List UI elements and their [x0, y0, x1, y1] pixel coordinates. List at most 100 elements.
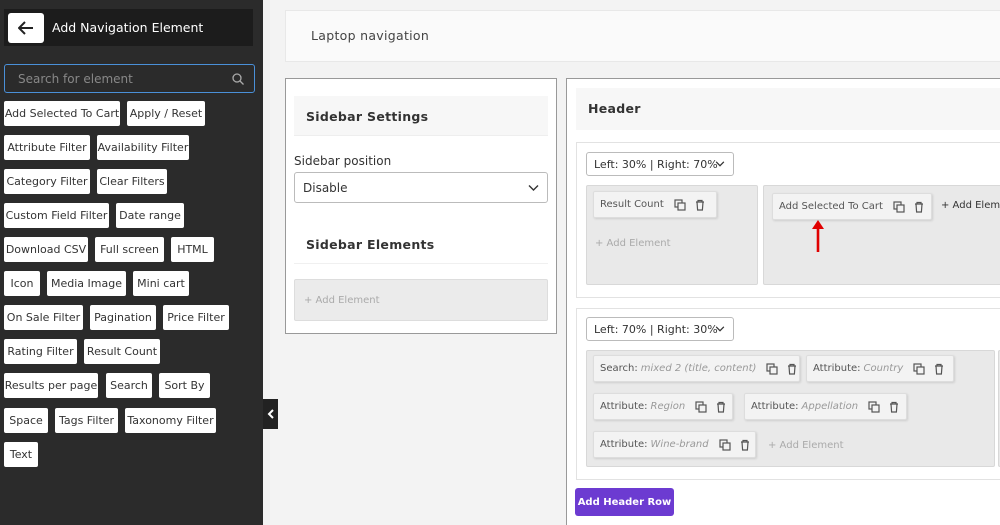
row1-left-column: Result Count + Add Element	[586, 185, 758, 285]
sidebar-settings-panel: Sidebar Settings Sidebar position Disabl…	[285, 78, 557, 334]
header-panel: Header Left: 30% | Right: 70% Result Cou…	[566, 78, 1000, 525]
element-attribute-country[interactable]: Attribute: Country	[806, 355, 954, 382]
item-value: Country	[863, 363, 904, 374]
trash-icon[interactable]	[933, 363, 945, 375]
chevron-down-icon	[528, 184, 539, 191]
duplicate-icon[interactable]	[674, 198, 686, 211]
chip-availability-filter[interactable]: Availability Filter	[97, 135, 189, 160]
element-add-selected-to-cart[interactable]: Add Selected To Cart	[772, 193, 932, 220]
row2-add-element-link[interactable]: + Add Element	[768, 440, 844, 451]
chip-icon[interactable]: Icon	[4, 271, 40, 296]
header-row-1: Left: 30% | Right: 70% Result Count + Ad…	[576, 142, 1000, 298]
chip-add-selected-to-cart[interactable]: Add Selected To Cart	[4, 101, 120, 126]
chip-search[interactable]: Search	[106, 373, 152, 398]
chip-taxonomy-filter[interactable]: Taxonomy Filter	[125, 408, 216, 433]
chip-custom-field-filter[interactable]: Custom Field Filter	[4, 203, 109, 228]
chip-results-per-page[interactable]: Results per page	[4, 373, 98, 398]
chevron-down-icon	[715, 161, 725, 167]
navigation-title-bar: Laptop navigation	[285, 10, 1000, 62]
element-result-count[interactable]: Result Count	[593, 191, 717, 218]
item-value: mixed 2 (title, content)	[640, 363, 757, 374]
chip-category-filter[interactable]: Category Filter	[4, 169, 90, 194]
duplicate-icon[interactable]	[695, 400, 707, 413]
duplicate-icon[interactable]	[718, 438, 731, 451]
row2-layout-value: Left: 70% | Right: 30%	[594, 322, 718, 336]
page-title: Laptop navigation	[311, 28, 430, 43]
header-title: Header	[588, 101, 641, 116]
chip-text[interactable]: Text	[4, 442, 38, 467]
header-row-2: Left: 70% | Right: 30% Search: mixed 2 (…	[576, 308, 1000, 480]
chip-mini-cart[interactable]: Mini cart	[133, 271, 189, 296]
item-value: Wine-brand	[650, 439, 709, 450]
trash-icon[interactable]	[888, 401, 900, 413]
search-icon	[232, 73, 244, 85]
sidebar-position-label: Sidebar position	[294, 154, 392, 168]
item-label: Attribute:	[751, 401, 799, 412]
chip-attribute-filter[interactable]: Attribute Filter	[4, 135, 90, 160]
red-arrow-annotation	[812, 220, 824, 252]
search-field[interactable]	[4, 64, 255, 93]
chip-clear-filters[interactable]: Clear Filters	[97, 169, 167, 194]
item-label: Add Selected To Cart	[779, 201, 883, 212]
item-label: Attribute:	[600, 439, 648, 450]
sidebar-add-element-link[interactable]: + Add Element	[304, 295, 380, 306]
chip-tags-filter[interactable]: Tags Filter	[55, 408, 118, 433]
row1-right-add-element-link[interactable]: + Add Element	[941, 200, 1000, 211]
sidebar-elements-heading: Sidebar Elements	[294, 224, 548, 264]
collapse-sidebar-toggle[interactable]	[263, 399, 278, 429]
item-value: Region	[650, 401, 686, 412]
item-label: Attribute:	[813, 363, 861, 374]
sidebar-settings-title: Sidebar Settings	[306, 109, 429, 124]
duplicate-icon[interactable]	[868, 400, 880, 413]
row2-layout-select[interactable]: Left: 70% | Right: 30%	[586, 317, 734, 341]
element-attribute-appellation[interactable]: Attribute: Appellation	[744, 393, 907, 420]
chip-full-screen[interactable]: Full screen	[95, 237, 164, 262]
chip-html[interactable]: HTML	[171, 237, 214, 262]
chip-rating-filter[interactable]: Rating Filter	[4, 339, 77, 364]
chip-on-sale-filter[interactable]: On Sale Filter	[4, 305, 83, 330]
sidebar-elements-dropzone: + Add Element	[294, 279, 548, 321]
duplicate-icon[interactable]	[913, 362, 925, 375]
row1-layout-value: Left: 30% | Right: 70%	[594, 157, 718, 171]
sidebar-position-select[interactable]: Disable	[294, 172, 548, 203]
chip-price-filter[interactable]: Price Filter	[163, 305, 229, 330]
trash-icon[interactable]	[913, 201, 925, 213]
sidebar-header: Add Navigation Element	[4, 9, 253, 46]
sidebar-position-value: Disable	[303, 180, 348, 195]
duplicate-icon[interactable]	[766, 362, 778, 375]
chip-result-count[interactable]: Result Count	[84, 339, 160, 364]
header-heading: Header	[576, 88, 1000, 130]
row2-left-column: Search: mixed 2 (title, content) Attribu…	[586, 350, 995, 467]
row1-right-column: Add Selected To Cart + Add Element	[763, 185, 1000, 285]
chevron-left-icon	[267, 409, 274, 419]
chip-media-image[interactable]: Media Image	[47, 271, 126, 296]
trash-icon[interactable]	[694, 199, 706, 211]
row1-left-add-element-link[interactable]: + Add Element	[595, 238, 671, 249]
chip-apply-reset[interactable]: Apply / Reset	[127, 101, 205, 126]
chip-date-range[interactable]: Date range	[116, 203, 184, 228]
chip-download-csv[interactable]: Download CSV	[4, 237, 88, 262]
trash-icon[interactable]	[739, 439, 751, 451]
element-search[interactable]: Search: mixed 2 (title, content)	[593, 355, 800, 382]
trash-icon[interactable]	[786, 363, 798, 375]
chip-pagination[interactable]: Pagination	[90, 305, 156, 330]
search-input[interactable]	[5, 65, 254, 92]
item-label: Result Count	[600, 199, 664, 210]
duplicate-icon[interactable]	[893, 200, 905, 213]
trash-icon[interactable]	[715, 401, 727, 413]
item-label: Attribute:	[600, 401, 648, 412]
chip-space[interactable]: Space	[4, 408, 48, 433]
add-header-row-button[interactable]: Add Header Row	[575, 488, 674, 516]
arrow-left-icon	[18, 21, 33, 35]
element-sidebar: Add Navigation Element Add Selected To C…	[0, 0, 263, 525]
element-attribute-region[interactable]: Attribute: Region	[593, 393, 733, 420]
chip-sort-by[interactable]: Sort By	[159, 373, 210, 398]
back-button[interactable]	[8, 13, 44, 43]
element-attribute-wine-brand[interactable]: Attribute: Wine-brand	[593, 431, 756, 458]
sidebar-elements-title: Sidebar Elements	[306, 237, 435, 252]
sidebar-settings-heading: Sidebar Settings	[294, 96, 548, 136]
chevron-down-icon	[715, 326, 725, 332]
row1-layout-select[interactable]: Left: 30% | Right: 70%	[586, 152, 734, 176]
item-label: Search:	[600, 363, 638, 374]
sidebar-title: Add Navigation Element	[52, 20, 204, 35]
